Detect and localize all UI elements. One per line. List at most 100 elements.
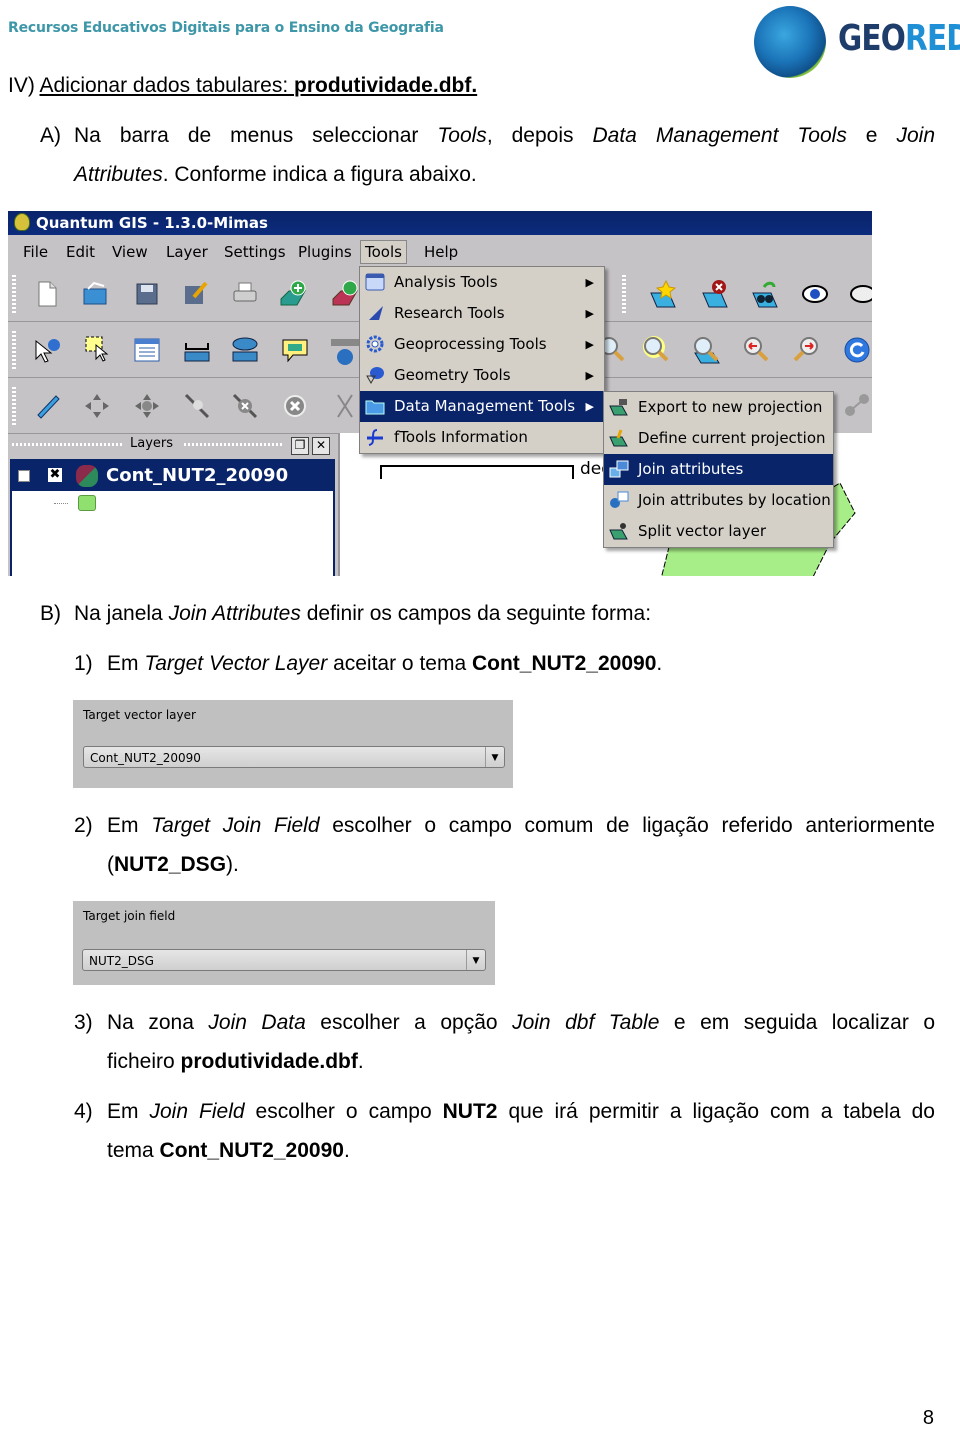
remove-layer-icon[interactable] [700, 279, 730, 309]
toolbar-grip-4[interactable] [12, 387, 16, 425]
show-all-layers-icon[interactable] [800, 279, 830, 309]
save-as-icon[interactable] [180, 279, 210, 309]
menu-item-define-current-projection[interactable]: Define current projection [604, 423, 833, 454]
save-project-icon[interactable] [132, 279, 162, 309]
print-icon[interactable] [230, 279, 260, 309]
menu-plugins[interactable]: Plugins [298, 239, 352, 265]
zoom-last-icon[interactable] [742, 335, 772, 365]
attribute-table-icon[interactable] [132, 335, 162, 365]
refresh-icon[interactable] [842, 335, 872, 365]
geored-logo: GEORED [752, 4, 960, 78]
add-raster-layer-icon[interactable] [330, 279, 360, 309]
logo-text-red: RED [905, 18, 960, 59]
menu-item-research-tools[interactable]: Research Tools ▶ [360, 298, 604, 329]
new-vector-layer-icon[interactable] [648, 279, 678, 309]
menu-view[interactable]: View [112, 239, 148, 265]
toolbar-grip-2[interactable] [622, 275, 626, 313]
close-dock-button[interactable]: ✕ [312, 437, 330, 455]
research-icon [369, 306, 383, 320]
menu-item-geometry-tools[interactable]: Geometry Tools ▶ [360, 360, 604, 391]
item-4-line1: Em Join Field escolher o campo NUT2 que … [107, 1100, 935, 1123]
zoom-full-icon[interactable] [642, 335, 672, 365]
item-1-text: Em Target Vector Layer aceitar o tema Co… [107, 652, 663, 675]
menu-settings[interactable]: Settings [224, 239, 286, 265]
folder-icon [365, 400, 385, 415]
export-projection-icon [609, 399, 628, 416]
section-title-text: Adicionar dados tabulares: [39, 74, 295, 97]
new-project-icon[interactable] [32, 279, 62, 309]
join-location-icon [610, 491, 629, 508]
toolbar-grip-3[interactable] [12, 331, 16, 369]
measure-line-icon[interactable] [182, 335, 212, 365]
layer-item[interactable]: ✖ Cont_NUT2_20090 [12, 461, 333, 491]
window-titlebar: Quantum GIS - 1.3.0-Mimas [8, 211, 872, 235]
select-features-icon[interactable] [82, 333, 112, 363]
window-title: Quantum GIS - 1.3.0-Mimas [36, 214, 268, 232]
collapse-icon[interactable] [18, 470, 30, 482]
hide-all-layers-icon[interactable] [848, 279, 872, 309]
menu-item-data-management-tools[interactable]: Data Management Tools ▶ [360, 391, 604, 422]
target-join-field-label: Target join field [83, 909, 176, 923]
item-4-line2: tema Cont_NUT2_20090. [107, 1139, 350, 1162]
home-icon[interactable] [330, 335, 360, 365]
layers-dock-header: Layers ❐ ✕ [8, 433, 338, 455]
toggle-editing-icon[interactable] [32, 391, 62, 421]
map-tips-icon[interactable] [280, 335, 310, 365]
menu-edit[interactable]: Edit [66, 239, 95, 265]
target-vector-layer-combobox[interactable]: Cont_NUT2_20090 ▼ [83, 746, 505, 768]
step-b-marker: B) [40, 602, 61, 625]
menu-item-join-attributes-by-location[interactable]: Join attributes by location [604, 485, 833, 516]
delete-vertex-icon[interactable] [230, 391, 260, 421]
item-2-line1: Em Target Join Field escolher o campo co… [107, 814, 935, 837]
toolbar-grip[interactable] [12, 275, 16, 313]
menu-file[interactable]: File [23, 239, 48, 265]
menu-item-join-attributes[interactable]: Join attributes [604, 454, 833, 485]
zoom-to-layer-icon[interactable] [692, 335, 722, 365]
add-vertex-icon[interactable] [182, 391, 212, 421]
item-3-line2: ficheiro produtividade.dbf. [107, 1050, 364, 1073]
layers-label: Layers [130, 436, 174, 451]
capture-point-icon[interactable] [82, 391, 112, 421]
zoom-next-icon[interactable] [792, 335, 822, 365]
logo-text-geo: GEO [838, 18, 906, 59]
layer-name: Cont_NUT2_20090 [106, 465, 289, 486]
item-3-marker: 3) [74, 1011, 93, 1034]
open-project-icon[interactable] [80, 279, 110, 309]
layer-visibility-checkbox[interactable]: ✖ [48, 468, 62, 482]
menu-item-analysis-tools[interactable]: Analysis Tools ▶ [360, 267, 604, 298]
move-feature-icon[interactable] [132, 391, 162, 421]
identify-features-icon[interactable] [32, 335, 62, 365]
menu-item-ftools-information[interactable]: fTools Information [360, 422, 604, 453]
item-4-marker: 4) [74, 1100, 93, 1123]
node-tool-icon[interactable] [842, 391, 872, 421]
menu-help[interactable]: Help [424, 239, 458, 265]
qgis-logo-icon [14, 213, 30, 231]
join-attributes-icon [609, 460, 629, 478]
page-number: 8 [922, 1407, 934, 1429]
step-b-text: Na janela Join Attributes definir os cam… [74, 602, 652, 625]
measure-area-icon[interactable] [230, 335, 260, 365]
table-icon [365, 273, 385, 291]
menu-item-geoprocessing-tools[interactable]: Geoprocessing Tools ▶ [360, 329, 604, 360]
qgis-screenshot: Quantum GIS - 1.3.0-Mimas File Edit View… [8, 211, 872, 576]
chevron-down-icon[interactable]: ▼ [485, 747, 504, 767]
item-3-line1: Na zona Join Data escolher a opção Join … [107, 1011, 936, 1034]
chevron-down-icon[interactable]: ▼ [466, 950, 485, 970]
menu-item-split-vector-layer[interactable]: Split vector layer [604, 516, 833, 547]
menu-item-export-new-projection[interactable]: Export to new projection [604, 392, 833, 423]
add-vector-layer-icon[interactable] [278, 279, 308, 309]
step-a-line1: Na barra de menus seleccionar Tools, dep… [74, 124, 935, 147]
menu-layer[interactable]: Layer [166, 239, 208, 265]
layer-symbol-icon [78, 495, 96, 511]
define-projection-icon [609, 429, 628, 447]
cut-features-icon[interactable] [330, 391, 360, 421]
item-1-marker: 1) [74, 652, 93, 675]
float-dock-button[interactable]: ❐ [291, 437, 309, 455]
delete-selected-icon[interactable] [280, 391, 310, 421]
menu-tools[interactable]: Tools [360, 240, 407, 264]
step-a-marker: A) [40, 124, 61, 147]
overview-icon[interactable] [750, 279, 780, 309]
step-a-line2: Attributes. Conforme indica a figura aba… [74, 163, 477, 186]
header-title: Recursos Educativos Digitais para o Ensi… [8, 20, 444, 36]
target-join-field-combobox[interactable]: NUT2_DSG ▼ [82, 949, 486, 971]
